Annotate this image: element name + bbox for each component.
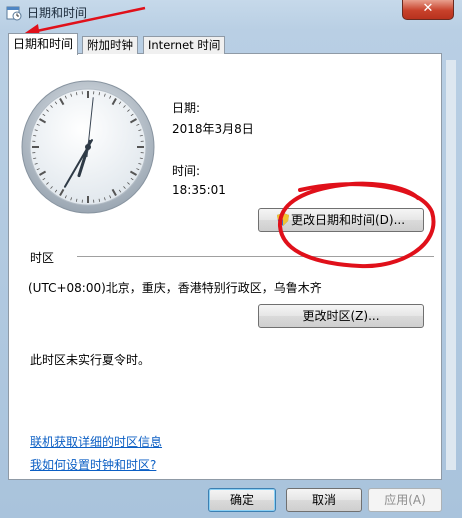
apply-button[interactable]: 应用(A) (368, 488, 442, 512)
tab-internet-time[interactable]: Internet 时间 (143, 36, 226, 54)
shield-icon (276, 213, 289, 226)
timezone-heading: 时区 (30, 251, 55, 265)
how-to-set-clock-link[interactable]: 我如何设置时钟和时区? (30, 456, 156, 473)
online-timezone-info-link[interactable]: 联机获取详细的时区信息 (30, 433, 162, 450)
change-datetime-label: 更改日期和时间(D)... (290, 213, 406, 227)
dialog-window: 日期和时间 ✕ 日期和时间 附加时钟 Internet 时间 日期: 2018年… (0, 0, 462, 518)
analog-clock (21, 80, 155, 214)
date-value: 2018年3月8日 (172, 122, 254, 136)
timezone-separator (77, 256, 434, 257)
ok-button[interactable]: 确定 (208, 488, 276, 512)
timezone-value: (UTC+08:00)北京，重庆，香港特别行政区，乌鲁木齐 (28, 281, 322, 295)
change-datetime-button[interactable]: 更改日期和时间(D)... (258, 208, 424, 232)
tab-additional-clocks[interactable]: 附加时钟 (82, 36, 138, 54)
background-window-edge (446, 60, 456, 470)
tab-date-time[interactable]: 日期和时间 (8, 33, 79, 55)
close-icon[interactable]: ✕ (402, 0, 454, 20)
change-timezone-button[interactable]: 更改时区(Z)... (258, 304, 424, 328)
dst-note: 此时区未实行夏令时。 (30, 353, 151, 367)
time-value: 18:35:01 (172, 183, 226, 197)
time-label: 时间: (172, 164, 201, 178)
date-label: 日期: (172, 101, 201, 115)
cancel-button[interactable]: 取消 (286, 488, 362, 512)
